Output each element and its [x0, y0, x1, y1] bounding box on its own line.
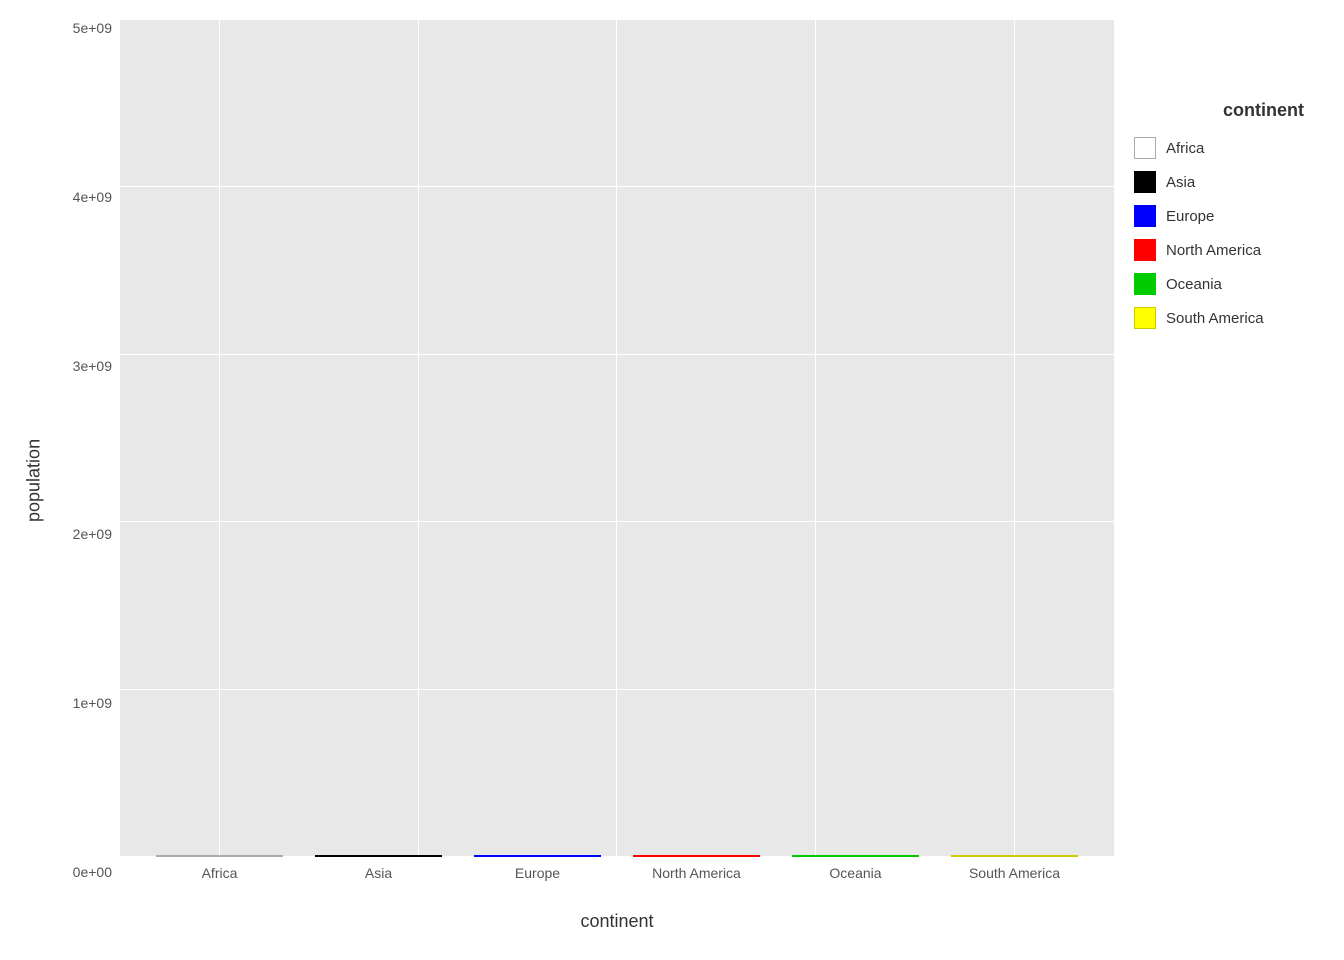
legend-swatch [1134, 137, 1156, 159]
bar-south-america [951, 855, 1078, 857]
legend-label: South America [1166, 310, 1264, 327]
legend-swatch [1134, 171, 1156, 193]
bar-group [299, 855, 458, 857]
legend-swatch [1134, 205, 1156, 227]
legend-swatch [1134, 273, 1156, 295]
y-tick: 0e+00 [73, 864, 112, 880]
y-ticks-and-plot: 5e+09 4e+09 3e+09 2e+09 1e+09 0e+00 AfricaAsi… [50, 20, 1114, 940]
bars-container [120, 20, 1114, 857]
legend-area: continent Africa Asia Europe North America O… [1114, 20, 1334, 940]
x-tick-south-america: South America [935, 865, 1094, 907]
x-axis-label: continent [120, 907, 1114, 940]
legend-label: Asia [1166, 174, 1195, 191]
legend-title: continent [1223, 100, 1314, 121]
legend-item: Oceania [1134, 273, 1264, 295]
legend-item: South America [1134, 307, 1264, 329]
legend-label: Europe [1166, 208, 1214, 225]
legend-swatch [1134, 307, 1156, 329]
bar-group [776, 855, 935, 857]
bar-group [617, 855, 776, 857]
legend-item: Asia [1134, 171, 1264, 193]
x-axis: AfricaAsiaEuropeNorth AmericaOceaniaSout… [120, 857, 1114, 907]
legend-items: Africa Asia Europe North America Oceania Sout… [1134, 137, 1264, 341]
y-ticks: 5e+09 4e+09 3e+09 2e+09 1e+09 0e+00 [50, 20, 120, 940]
x-tick-oceania: Oceania [776, 865, 935, 907]
chart-container: population 5e+09 4e+09 3e+09 2e+09 1e+09 0e+0… [0, 0, 1344, 960]
legend-item: North America [1134, 239, 1264, 261]
y-tick: 1e+09 [73, 695, 112, 711]
legend-swatch [1134, 239, 1156, 261]
y-tick: 3e+09 [73, 358, 112, 374]
y-tick: 5e+09 [73, 20, 112, 36]
bar-oceania [792, 855, 919, 857]
x-tick-africa: Africa [140, 865, 299, 907]
bar-asia [315, 855, 442, 857]
chart-area: population 5e+09 4e+09 3e+09 2e+09 1e+09 0e+0… [10, 20, 1114, 940]
plot-and-x: AfricaAsiaEuropeNorth AmericaOceaniaSout… [120, 20, 1114, 940]
y-tick: 4e+09 [73, 189, 112, 205]
legend-label: Africa [1166, 140, 1204, 157]
bar-africa [156, 855, 283, 857]
x-tick-asia: Asia [299, 865, 458, 907]
legend-label: North America [1166, 242, 1261, 259]
bar-group [935, 855, 1094, 857]
bar-north-america [633, 855, 760, 857]
legend-item: Africa [1134, 137, 1264, 159]
plot-region: population 5e+09 4e+09 3e+09 2e+09 1e+09 0e+0… [10, 20, 1114, 940]
bar-europe [474, 855, 601, 857]
y-tick: 2e+09 [73, 526, 112, 542]
legend-label: Oceania [1166, 276, 1222, 293]
y-axis-label: population [10, 20, 50, 940]
bar-group [140, 855, 299, 857]
legend-item: Europe [1134, 205, 1264, 227]
plot-background [120, 20, 1114, 857]
x-tick-north-america: North America [617, 865, 776, 907]
x-tick-europe: Europe [458, 865, 617, 907]
bar-group [458, 855, 617, 857]
